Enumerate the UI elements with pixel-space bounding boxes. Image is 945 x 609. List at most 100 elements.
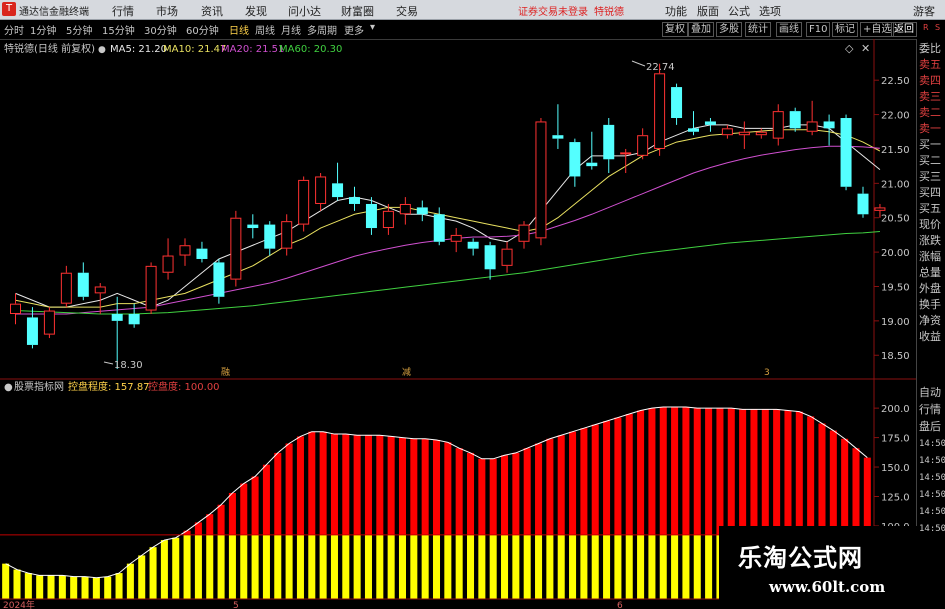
sidebar-quote-item[interactable]: 买五 (919, 201, 945, 217)
sidebar-quote-item[interactable]: 委比 (919, 41, 945, 57)
menu-trade[interactable]: 交易 (396, 3, 418, 19)
period-weekly[interactable]: 周线 (255, 22, 275, 37)
sidebar-bottom-item[interactable]: 盘后 (919, 419, 945, 435)
ma-line-ma10 (15, 129, 881, 308)
indicator-bar-lower (580, 534, 588, 599)
event-marker-margin[interactable]: 融 (221, 367, 230, 378)
indicator-bar-upper (353, 435, 361, 535)
indicator-bar-upper (671, 406, 679, 535)
candlestick (162, 238, 174, 280)
sidebar-quote-item[interactable]: 卖四 (919, 73, 945, 89)
menu-news[interactable]: 资讯 (201, 3, 223, 19)
candle-body-down (603, 124, 615, 160)
candlestick (755, 128, 767, 139)
indicator-bar-upper (739, 409, 747, 535)
btn-add-watchlist[interactable]: +自选 (860, 22, 895, 37)
candle-body-up (874, 207, 886, 211)
indicator-bar-lower (342, 534, 350, 599)
period-daily[interactable]: 日线 (229, 22, 249, 37)
sidebar-bottom-item[interactable]: 14:50 (919, 453, 945, 469)
indicator-bar-upper (625, 414, 633, 535)
candlestick (416, 200, 428, 222)
menu-layout[interactable]: 版面 (697, 3, 719, 19)
sidebar-quote-item[interactable]: 净资 (919, 313, 945, 329)
btn-f10[interactable]: F10 (806, 22, 831, 37)
sidebar-quote-item[interactable]: 收益 (919, 329, 945, 345)
indicator-bar-upper (274, 452, 282, 535)
indicator-tick-label: 175.0 (881, 434, 910, 445)
candle-body-down (332, 183, 344, 198)
menu-quotes[interactable]: 行情 (112, 3, 134, 19)
sidebar-quote-item[interactable]: 总量 (919, 265, 945, 281)
period-15min[interactable]: 15分钟 (102, 22, 135, 37)
btn-statistics[interactable]: 统计 (745, 22, 771, 37)
btn-draw[interactable]: 画线 (776, 22, 802, 37)
event-marker-3[interactable]: 3 (764, 368, 770, 378)
sidebar-quote-item[interactable]: 买四 (919, 185, 945, 201)
period-multi[interactable]: 多周期 (307, 22, 337, 37)
sidebar-quote-item[interactable]: 现价 (919, 217, 945, 233)
sidebar-quote-item[interactable]: 换手 (919, 297, 945, 313)
sidebar-bottom-item[interactable]: 14:50 (919, 487, 945, 503)
sidebar-quote-item[interactable]: 外盘 (919, 281, 945, 297)
candle-body-up (535, 121, 547, 239)
indicator-bar-upper (705, 408, 713, 535)
menu-xiaoda[interactable]: 问小达 (288, 3, 321, 19)
indicator-bar-upper (750, 409, 758, 535)
period-30min[interactable]: 30分钟 (144, 22, 177, 37)
indicator-bar-lower (512, 534, 520, 599)
btn-back[interactable]: 返回 (891, 22, 917, 37)
login-warning[interactable]: 证券交易未登录 (518, 3, 588, 18)
sidebar-bottom-item[interactable]: 行情 (919, 402, 945, 418)
guest-user[interactable]: 游客 (913, 3, 935, 19)
period-1min[interactable]: 1分钟 (30, 22, 56, 37)
sidebar-quote-item[interactable]: 买三 (919, 169, 945, 185)
sidebar-bottom-item[interactable]: 14:50 (919, 521, 945, 537)
period-60min[interactable]: 60分钟 (186, 22, 219, 37)
indicator-bar-lower (648, 534, 656, 599)
sidebar-quote-item[interactable]: 买二 (919, 153, 945, 169)
indicator-bar-lower (58, 575, 66, 599)
sidebar-bottom-item[interactable]: 14:50 (919, 436, 945, 452)
indicator-bar-lower (682, 534, 690, 599)
indicator-bar-lower (535, 534, 543, 599)
sidebar-quote-item[interactable]: 卖五 (919, 57, 945, 73)
menu-functions[interactable]: 功能 (665, 3, 687, 19)
btn-multi-stock[interactable]: 多股 (716, 22, 742, 37)
sidebar-quote-item[interactable]: 涨幅 (919, 249, 945, 265)
chevron-down-icon[interactable]: ▾ (370, 22, 375, 33)
sidebar-bottom-item[interactable]: 自动 (919, 385, 945, 401)
menu-discover[interactable]: 发现 (245, 3, 267, 19)
btn-overlay[interactable]: 叠加 (688, 22, 714, 37)
menu-options[interactable]: 选项 (759, 3, 781, 19)
btn-mark[interactable]: 标记 (832, 22, 858, 37)
indicator-bar-upper (818, 423, 826, 535)
indicator-bar-lower (92, 577, 100, 599)
sidebar-quote-item[interactable]: 卖一 (919, 121, 945, 137)
menu-wealth-circle[interactable]: 财富圈 (341, 3, 374, 19)
indicator-bar-upper (637, 410, 645, 535)
period-timeshare[interactable]: 分时 (4, 22, 24, 37)
chart-area[interactable]: 22.50 22.00 21.50 21.00 20.50 20.00 19.50 19.00… (0, 39, 916, 609)
close-icon[interactable]: ✕ (861, 42, 870, 55)
menu-formula[interactable]: 公式 (728, 3, 750, 19)
collapse-icon[interactable]: ◇ (845, 42, 854, 55)
indicator-bar-lower (172, 537, 180, 599)
sidebar-quote-item[interactable]: 卖三 (919, 89, 945, 105)
indicator-bar-lower (70, 576, 78, 599)
sidebar-quote-item[interactable]: 买一 (919, 137, 945, 153)
indicator-bar-lower (410, 534, 418, 599)
btn-adjust[interactable]: 复权 (662, 22, 688, 37)
sidebar-bottom-item[interactable]: 14:50 (919, 470, 945, 486)
menu-market[interactable]: 市场 (156, 3, 178, 19)
candlestick (569, 138, 581, 187)
event-marker-reduce[interactable]: 减 (402, 366, 411, 378)
stock-name-link[interactable]: 特锐德 (594, 3, 624, 18)
period-more[interactable]: 更多 (344, 22, 364, 37)
sidebar-quote-item[interactable]: 卖二 (919, 105, 945, 121)
sidebar-quote-item[interactable]: 涨跌 (919, 233, 945, 249)
candlestick (213, 258, 225, 304)
period-5min[interactable]: 5分钟 (66, 22, 92, 37)
period-monthly[interactable]: 月线 (281, 22, 301, 37)
sidebar-bottom-item[interactable]: 14:50 (919, 504, 945, 520)
